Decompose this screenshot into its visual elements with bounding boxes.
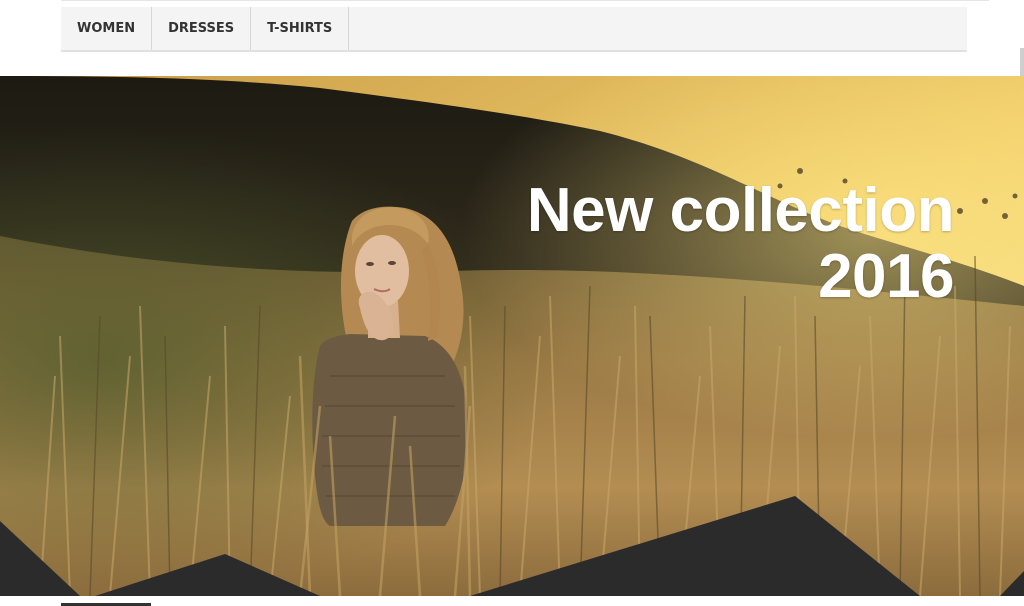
content-area xyxy=(0,596,1024,606)
menu-item-women[interactable]: WOMEN xyxy=(61,7,153,50)
main-menu: WOMEN DRESSES T-SHIRTS xyxy=(61,7,967,52)
menu-item-t-shirts[interactable]: T-SHIRTS xyxy=(251,7,350,50)
page: WOMEN DRESSES T-SHIRTS New collection 20… xyxy=(0,0,1024,606)
headline-line-1: New collection xyxy=(526,176,955,245)
hero-image xyxy=(0,76,1024,596)
headline-line-2: 2016 xyxy=(818,242,954,311)
scrollbar[interactable] xyxy=(1020,48,1024,78)
hero-headline: New collection 2016 xyxy=(526,176,955,311)
top-divider xyxy=(61,0,989,1)
hero-banner[interactable]: New collection 2016 xyxy=(0,76,1024,596)
menu-item-dresses[interactable]: DRESSES xyxy=(152,7,252,50)
